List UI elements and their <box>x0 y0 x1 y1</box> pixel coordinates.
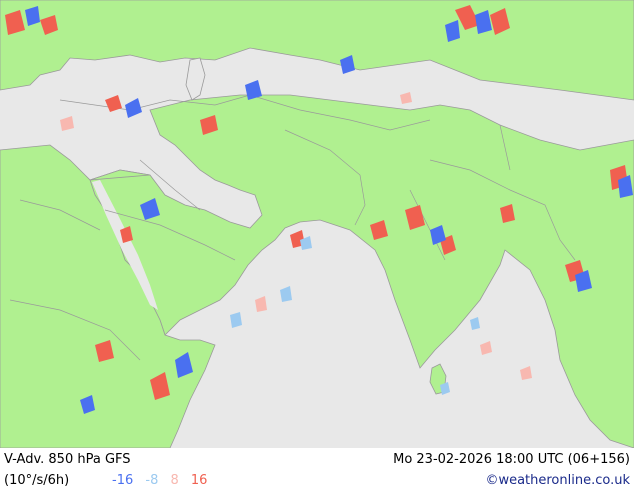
valid-time: Mo 23-02-2026 18:00 UTC (06+156) <box>393 452 630 467</box>
legend-item: 16 <box>190 473 208 488</box>
legend-item: -16 <box>112 473 134 488</box>
map-footer: V-Adv. 850 hPa GFS Mo 23-02-2026 18:00 U… <box>0 448 634 490</box>
advection-map <box>0 0 634 448</box>
legend-item: -8 <box>145 473 159 488</box>
color-legend: -16 -8 8 16 <box>112 473 215 488</box>
map-title: V-Adv. 850 hPa GFS <box>4 452 131 467</box>
units-label: (10°/s/6h) <box>4 473 70 488</box>
credit-link[interactable]: ©weatheronline.co.uk <box>485 473 630 488</box>
legend-item: 8 <box>170 473 179 488</box>
